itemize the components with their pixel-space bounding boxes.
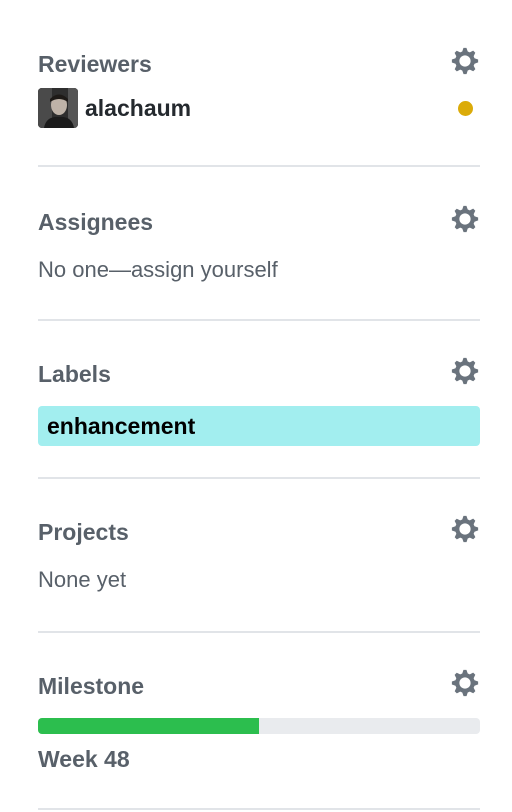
milestone-title: Milestone bbox=[38, 673, 145, 699]
gear-icon[interactable] bbox=[450, 668, 480, 698]
labels-title: Labels bbox=[38, 361, 111, 387]
projects-empty-text: None yet bbox=[38, 567, 127, 592]
reviewers-title: Reviewers bbox=[38, 51, 152, 77]
section-divider bbox=[38, 631, 480, 633]
label-enhancement[interactable]: enhancement bbox=[38, 406, 480, 446]
labels-header: Labels bbox=[38, 356, 480, 388]
milestone-progress-bar bbox=[38, 718, 480, 734]
projects-title: Projects bbox=[38, 519, 129, 545]
review-pending-status-icon bbox=[458, 101, 473, 116]
reviewer-name[interactable]: alachaum bbox=[85, 95, 191, 121]
gear-icon[interactable] bbox=[450, 46, 480, 76]
reviewers-header: Reviewers bbox=[38, 46, 480, 78]
assignees-section: Assignees No one—assign yourself bbox=[38, 204, 480, 294]
section-divider bbox=[38, 808, 480, 810]
projects-header: Projects bbox=[38, 514, 480, 546]
milestone-section: Milestone Week 48 bbox=[38, 668, 480, 778]
assignees-title: Assignees bbox=[38, 209, 154, 235]
gear-icon[interactable] bbox=[450, 204, 480, 234]
assignees-header: Assignees bbox=[38, 204, 480, 236]
user-avatar-photo bbox=[38, 88, 78, 128]
milestone-header: Milestone bbox=[38, 668, 480, 700]
gear-icon[interactable] bbox=[450, 356, 480, 386]
section-divider bbox=[38, 477, 480, 479]
reviewers-section: Reviewers alachaum bbox=[38, 46, 480, 136]
projects-section: Projects None yet bbox=[38, 514, 480, 604]
avatar[interactable] bbox=[38, 88, 78, 128]
milestone-link[interactable]: Week 48 bbox=[38, 746, 130, 772]
labels-section: Labels enhancement bbox=[38, 356, 480, 451]
section-divider bbox=[38, 165, 480, 167]
milestone-progress-fill bbox=[38, 718, 259, 734]
reviewer-item[interactable]: alachaum bbox=[38, 88, 480, 128]
section-divider bbox=[38, 319, 480, 321]
gear-icon[interactable] bbox=[450, 514, 480, 544]
assign-yourself-link[interactable]: No one—assign yourself bbox=[38, 257, 278, 283]
issue-sidebar: Reviewers alachaum Assignees No one—assi… bbox=[0, 0, 512, 812]
